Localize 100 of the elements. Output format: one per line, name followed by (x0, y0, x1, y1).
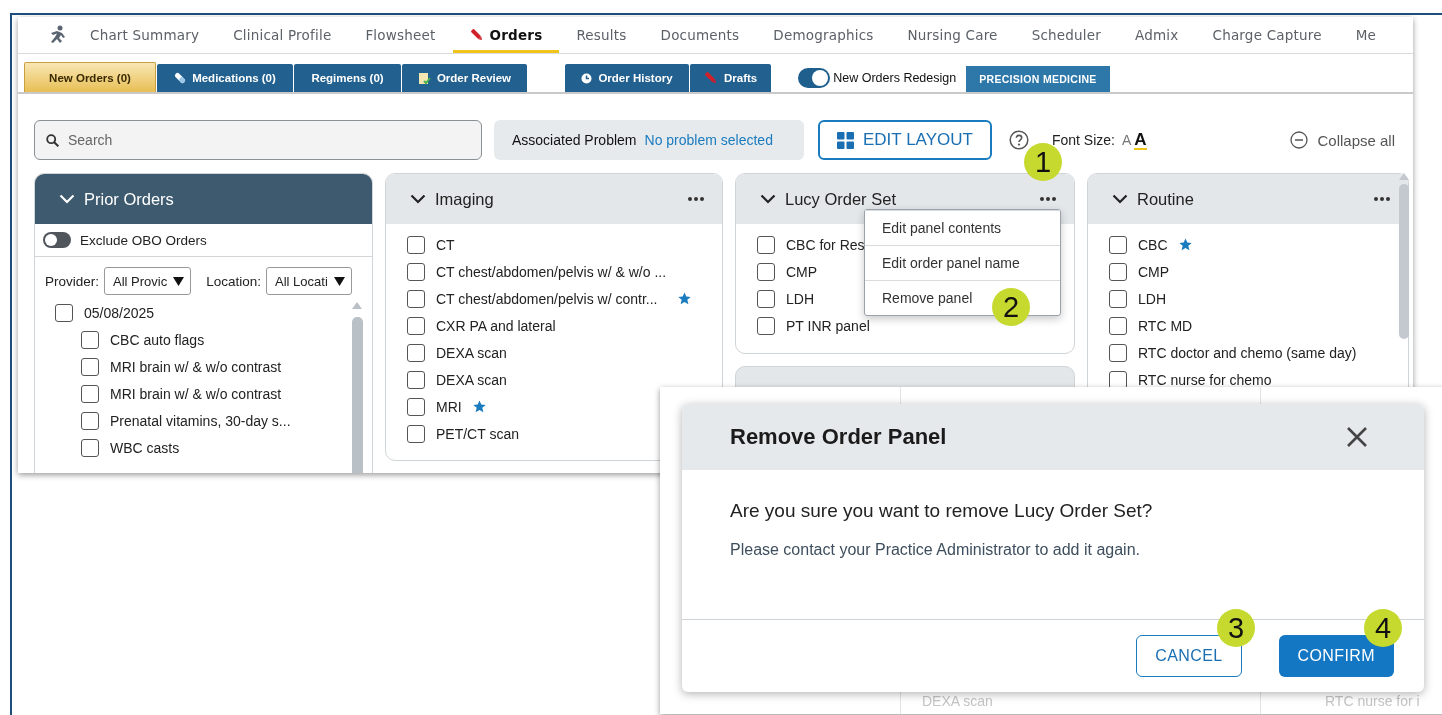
order-item[interactable]: CBC (1138, 236, 1168, 253)
grid-icon (837, 131, 854, 149)
precision-medicine-button[interactable]: PRECISION MEDICINE (966, 66, 1110, 92)
order-item[interactable]: LDH (786, 290, 814, 307)
order-item[interactable]: RTC doctor and chemo (same day) (1138, 344, 1357, 361)
checkbox[interactable] (407, 370, 425, 389)
checkbox[interactable] (81, 357, 99, 376)
more-options-icon[interactable] (688, 197, 704, 201)
panel-title[interactable]: Lucy Order Set (785, 189, 896, 209)
order-tab[interactable]: New Orders (0) (24, 62, 156, 92)
dropdown-arrow-icon (173, 276, 185, 286)
nav-tab[interactable]: Chart Summary (73, 17, 217, 53)
search-icon (46, 134, 59, 147)
checkbox[interactable] (81, 384, 99, 403)
checkbox[interactable] (55, 303, 73, 322)
nav-tab[interactable]: Orders (452, 17, 560, 53)
checkbox[interactable] (757, 262, 775, 281)
more-options-icon[interactable] (1040, 197, 1056, 201)
order-item[interactable]: CBC auto flags (110, 331, 205, 348)
order-item[interactable]: CT (436, 236, 455, 253)
checkbox[interactable] (407, 316, 425, 335)
panel-title[interactable]: Routine (1137, 189, 1194, 209)
nav-tab[interactable]: Clinical Profile (216, 17, 349, 53)
more-options-icon[interactable] (1374, 197, 1390, 201)
nav-tab[interactable]: Scheduler (1014, 17, 1119, 53)
checkbox[interactable] (1109, 235, 1127, 254)
checkbox[interactable] (1109, 316, 1127, 335)
checkbox[interactable] (81, 411, 99, 430)
menu-item[interactable]: Edit panel contents (865, 210, 1060, 245)
nav-tab[interactable]: Me (1338, 17, 1394, 53)
order-item[interactable]: CXR PA and lateral (436, 317, 556, 334)
order-item[interactable]: CMP (786, 263, 818, 280)
checkbox[interactable] (407, 397, 425, 416)
nav-tab[interactable]: Results (559, 17, 644, 53)
chevron-down-icon (760, 194, 776, 204)
help-icon[interactable] (1008, 130, 1029, 150)
menu-item[interactable]: Edit order panel name (865, 245, 1060, 280)
order-item[interactable]: WBC casts (110, 439, 180, 456)
small-font-option[interactable]: A (1121, 132, 1132, 148)
close-icon[interactable] (1346, 426, 1368, 448)
location-dropdown[interactable]: All Locati (266, 267, 352, 295)
toggle-label: New Orders Redesign (833, 71, 957, 85)
nav-tab[interactable]: Documents (643, 17, 757, 53)
pencil-icon (469, 28, 484, 42)
dropdown-arrow-icon (333, 276, 345, 286)
panel-title[interactable]: Prior Orders (84, 189, 174, 209)
checkbox[interactable] (407, 235, 425, 254)
toggle-switch[interactable] (43, 232, 71, 248)
nav-tab[interactable]: Demographics (756, 17, 891, 53)
checkbox[interactable] (757, 289, 775, 308)
filter-label: Location: (206, 273, 261, 289)
checkbox[interactable] (81, 438, 99, 457)
checkbox[interactable] (407, 262, 425, 281)
chevron-down-icon (410, 194, 426, 204)
date-group[interactable]: 05/08/2025 (84, 304, 155, 321)
provider-dropdown[interactable]: All Provic (104, 267, 192, 295)
order-tab[interactable]: Regimens (0) (294, 64, 401, 92)
checkbox[interactable] (1109, 370, 1127, 389)
order-item[interactable]: CT chest/abdomen/pelvis w/ & w/o ... (436, 263, 667, 280)
order-item[interactable]: RTC nurse for chemo (1138, 371, 1272, 388)
dialog-question: Are you sure you want to remove Lucy Order Set? (730, 500, 1154, 522)
checkbox[interactable] (81, 330, 99, 349)
order-tab[interactable]: Order Review (402, 64, 527, 92)
order-tab[interactable]: Medications (0) (157, 64, 293, 92)
order-item[interactable]: RTC MD (1138, 317, 1193, 334)
panel-title[interactable]: Imaging (435, 189, 494, 209)
order-item[interactable]: DEXA scan (436, 344, 507, 361)
nav-tab[interactable]: Flowsheet (348, 17, 453, 53)
checkbox[interactable] (1109, 262, 1127, 281)
problem-link[interactable]: No problem selected (644, 132, 773, 148)
checkbox[interactable] (757, 235, 775, 254)
checkbox[interactable] (1109, 343, 1127, 362)
order-item[interactable]: MRI brain w/ & w/o contrast (110, 385, 282, 402)
order-item[interactable]: PT INR panel (786, 317, 870, 334)
search-field[interactable]: Search (34, 120, 482, 160)
edit-layout-button[interactable]: EDIT LAYOUT (818, 120, 992, 160)
collapse-all-button[interactable]: Collapse all (1290, 131, 1395, 149)
nav-tab[interactable]: Nursing Care (890, 17, 1015, 53)
nav-tab[interactable]: Charge Capture (1195, 17, 1339, 53)
checkbox[interactable] (1109, 289, 1127, 308)
order-item[interactable]: CBC for Res (786, 236, 865, 253)
chevron-down-icon (59, 194, 75, 204)
order-item[interactable]: CT chest/abdomen/pelvis w/ contr... (436, 290, 658, 307)
checkbox[interactable] (757, 316, 775, 335)
order-item[interactable]: MRI (436, 398, 462, 415)
order-tab[interactable]: Drafts (690, 64, 772, 92)
order-item[interactable]: MRI brain w/ & w/o contrast (110, 358, 282, 375)
checkbox[interactable] (407, 343, 425, 362)
toggle-switch[interactable] (798, 68, 831, 88)
order-item[interactable]: PET/CT scan (436, 425, 519, 442)
toggle-label: Exclude OBO Orders (80, 232, 207, 248)
checkbox[interactable] (407, 289, 425, 308)
order-item[interactable]: LDH (1138, 290, 1166, 307)
order-tab[interactable]: Order History (565, 64, 689, 92)
checkbox[interactable] (407, 424, 425, 443)
nav-tab[interactable]: Admix (1118, 17, 1196, 53)
order-item[interactable]: DEXA scan (436, 371, 507, 388)
large-font-option[interactable]: A (1134, 130, 1147, 150)
order-item[interactable]: Prenatal vitamins, 30-day s... (110, 412, 291, 429)
order-item[interactable]: CMP (1138, 263, 1170, 280)
